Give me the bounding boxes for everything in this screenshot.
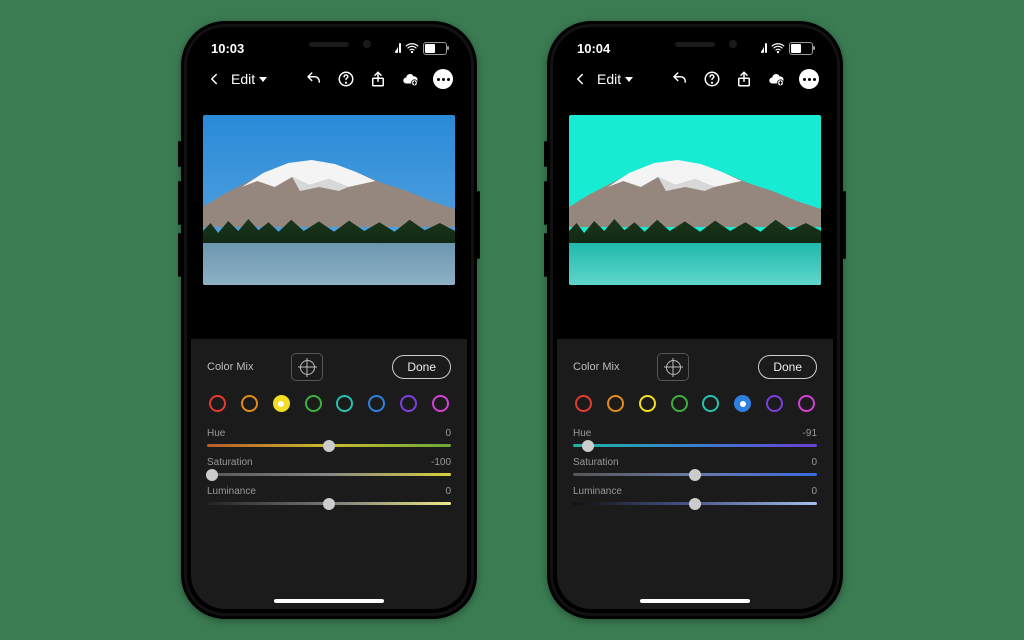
undo-button[interactable]	[671, 70, 689, 88]
slider-thumb[interactable]	[582, 440, 594, 452]
target-icon	[300, 360, 315, 375]
wifi-icon	[405, 41, 419, 55]
battery-icon	[423, 42, 447, 55]
app-toolbar: Edit	[191, 65, 467, 97]
color-swatch-row	[573, 395, 817, 428]
target-adjustment-button[interactable]	[291, 353, 323, 381]
home-indicator[interactable]	[640, 599, 750, 603]
slider-value: 0	[445, 486, 451, 497]
image-preview[interactable]	[203, 115, 455, 285]
slider-track[interactable]	[573, 444, 817, 447]
slider-track[interactable]	[573, 502, 817, 505]
color-swatch[interactable]	[241, 395, 258, 412]
slider-value: 0	[811, 486, 817, 497]
back-button[interactable]	[571, 70, 589, 88]
slider-hue: Hue 0	[207, 428, 451, 447]
slider-saturation: Saturation 0	[573, 457, 817, 476]
color-mix-panel: Color Mix Done Hue -91 Saturation 0 Luminance 0	[557, 339, 833, 609]
slider-track[interactable]	[207, 502, 451, 505]
slider-thumb[interactable]	[323, 440, 335, 452]
slider-hue: Hue -91	[573, 428, 817, 447]
home-indicator[interactable]	[274, 599, 384, 603]
slider-value: 0	[445, 428, 451, 439]
color-swatch[interactable]	[368, 395, 385, 412]
slider-track[interactable]	[207, 444, 451, 447]
status-time: 10:04	[577, 41, 610, 56]
color-swatch[interactable]	[607, 395, 624, 412]
mode-dropdown[interactable]: Edit	[597, 71, 633, 87]
done-button[interactable]: Done	[758, 355, 817, 379]
slider-label: Luminance	[573, 486, 622, 497]
more-button[interactable]	[799, 69, 819, 89]
color-swatch[interactable]	[702, 395, 719, 412]
slider-value: -91	[803, 428, 817, 439]
slider-thumb[interactable]	[323, 498, 335, 510]
color-swatch[interactable]	[336, 395, 353, 412]
image-preview[interactable]	[569, 115, 821, 285]
slider-thumb[interactable]	[206, 469, 218, 481]
color-swatch[interactable]	[766, 395, 783, 412]
mode-label: Edit	[597, 71, 621, 87]
color-swatch[interactable]	[305, 395, 322, 412]
slider-saturation: Saturation -100	[207, 457, 451, 476]
slider-luminance: Luminance 0	[573, 486, 817, 505]
color-swatch-row	[207, 395, 451, 428]
color-swatch[interactable]	[273, 395, 290, 412]
slider-luminance: Luminance 0	[207, 486, 451, 505]
slider-value: -100	[431, 457, 451, 468]
done-button[interactable]: Done	[392, 355, 451, 379]
wifi-icon	[771, 41, 785, 55]
target-adjustment-button[interactable]	[657, 353, 689, 381]
target-icon	[666, 360, 681, 375]
more-button[interactable]	[433, 69, 453, 89]
cloud-sync-button[interactable]	[767, 70, 785, 88]
slider-label: Hue	[573, 428, 591, 439]
color-swatch[interactable]	[734, 395, 751, 412]
mode-label: Edit	[231, 71, 255, 87]
share-button[interactable]	[369, 70, 387, 88]
app-toolbar: Edit	[557, 65, 833, 97]
status-time: 10:03	[211, 41, 244, 56]
color-mix-panel: Color Mix Done Hue 0 Saturation -100 Luminance…	[191, 339, 467, 609]
undo-button[interactable]	[305, 70, 323, 88]
phone-mockup: 10:03 Edit Color Mix Done Hue 0 Saturation -10…	[181, 21, 477, 619]
slider-label: Saturation	[573, 457, 619, 468]
color-swatch[interactable]	[798, 395, 815, 412]
color-swatch[interactable]	[400, 395, 417, 412]
share-button[interactable]	[735, 70, 753, 88]
slider-track[interactable]	[573, 473, 817, 476]
slider-thumb[interactable]	[689, 498, 701, 510]
color-swatch[interactable]	[671, 395, 688, 412]
color-swatch[interactable]	[575, 395, 592, 412]
slider-track[interactable]	[207, 473, 451, 476]
chevron-down-icon	[259, 77, 267, 82]
battery-icon	[789, 42, 813, 55]
help-button[interactable]	[703, 70, 721, 88]
slider-label: Saturation	[207, 457, 253, 468]
slider-value: 0	[811, 457, 817, 468]
panel-title: Color Mix	[207, 361, 253, 373]
cloud-sync-button[interactable]	[401, 70, 419, 88]
panel-title: Color Mix	[573, 361, 619, 373]
color-swatch[interactable]	[639, 395, 656, 412]
help-button[interactable]	[337, 70, 355, 88]
color-swatch[interactable]	[432, 395, 449, 412]
back-button[interactable]	[205, 70, 223, 88]
slider-label: Hue	[207, 428, 225, 439]
slider-thumb[interactable]	[689, 469, 701, 481]
slider-label: Luminance	[207, 486, 256, 497]
chevron-down-icon	[625, 77, 633, 82]
color-swatch[interactable]	[209, 395, 226, 412]
mode-dropdown[interactable]: Edit	[231, 71, 267, 87]
phone-mockup: 10:04 Edit Color Mix Done Hue -91 Saturation 0…	[547, 21, 843, 619]
